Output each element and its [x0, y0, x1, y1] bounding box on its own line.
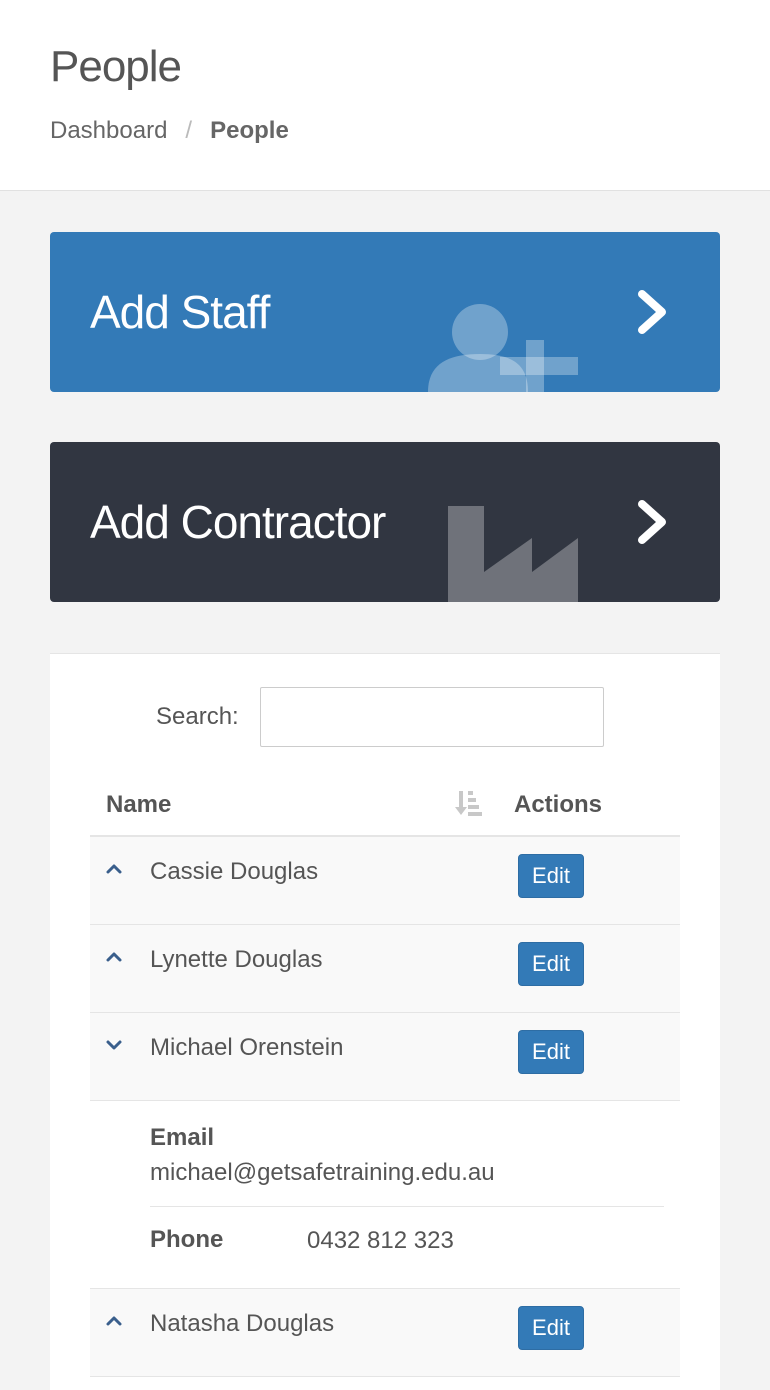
row-detail: Email michael@getsafetraining.edu.au Pho…	[90, 1101, 680, 1289]
add-staff-tile[interactable]: Add Staff	[50, 232, 720, 392]
chevron-up-icon[interactable]	[104, 859, 124, 879]
breadcrumb-separator: /	[185, 117, 193, 144]
add-contractor-tile[interactable]: Add Contractor	[50, 442, 720, 602]
chevron-up-icon[interactable]	[104, 947, 124, 967]
person-name: Lynette Douglas	[150, 946, 323, 973]
add-user-icon	[428, 304, 578, 392]
breadcrumb-dashboard-link[interactable]: Dashboard	[50, 117, 167, 144]
table-row[interactable]: Natasha Douglas Edit	[90, 1289, 680, 1377]
phone-value: 0432 812 323	[307, 1227, 454, 1254]
page-title: People	[50, 42, 182, 91]
sort-ascending-icon[interactable]	[455, 788, 485, 818]
edit-button[interactable]: Edit	[518, 1030, 584, 1074]
search-label: Search:	[156, 703, 239, 730]
factory-icon	[448, 506, 578, 602]
detail-divider	[150, 1206, 664, 1207]
add-staff-label: Add Staff	[90, 286, 270, 338]
people-table: Name Actions Cassie Douglas Edit Lynette…	[90, 774, 680, 1377]
chevron-down-icon[interactable]	[104, 1035, 124, 1055]
email-label: Email	[150, 1124, 215, 1151]
table-header: Name Actions	[90, 774, 680, 837]
breadcrumb: Dashboard / People	[50, 116, 289, 146]
table-row[interactable]: Michael Orenstein Edit	[90, 1013, 680, 1101]
table-row[interactable]: Lynette Douglas Edit	[90, 925, 680, 1013]
add-contractor-label: Add Contractor	[90, 496, 386, 548]
search-input[interactable]	[260, 687, 604, 747]
page-header: People Dashboard / People	[0, 0, 770, 191]
edit-button[interactable]: Edit	[518, 942, 584, 986]
chevron-right-icon	[638, 290, 666, 334]
person-name: Natasha Douglas	[150, 1310, 335, 1337]
people-table-panel: Search: Name Actions Cassie Douglas Edit	[50, 653, 720, 1390]
email-value: michael@getsafetraining.edu.au	[150, 1159, 495, 1186]
chevron-up-icon[interactable]	[104, 1311, 124, 1331]
phone-label: Phone	[150, 1226, 224, 1253]
person-name: Cassie Douglas	[150, 858, 319, 885]
breadcrumb-current: People	[210, 117, 289, 144]
column-header-actions: Actions	[514, 791, 603, 818]
table-row[interactable]: Cassie Douglas Edit	[90, 837, 680, 925]
person-name: Michael Orenstein	[150, 1034, 344, 1061]
column-header-name[interactable]: Name	[106, 790, 171, 820]
chevron-right-icon	[638, 500, 666, 544]
edit-button[interactable]: Edit	[518, 854, 584, 898]
edit-button[interactable]: Edit	[518, 1306, 584, 1350]
